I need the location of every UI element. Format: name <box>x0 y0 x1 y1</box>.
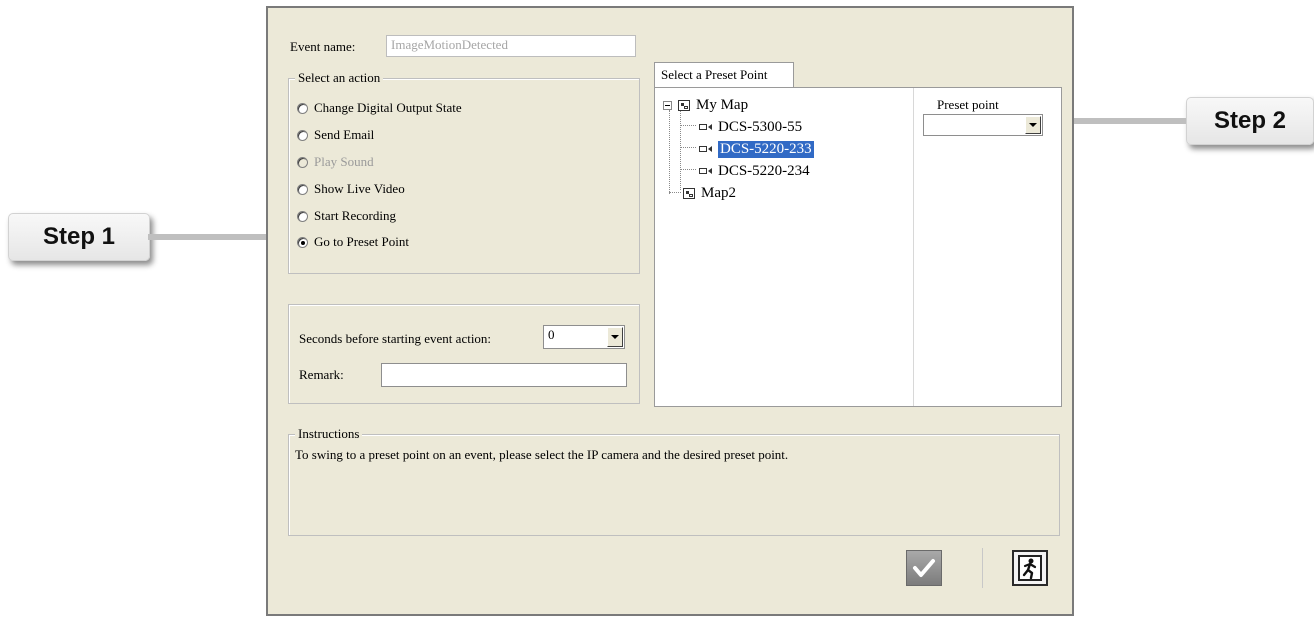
action-option-send-email[interactable]: Send Email <box>297 126 374 144</box>
action-option-go-to-preset-point[interactable]: Go to Preset Point <box>297 233 409 251</box>
tree-divider <box>913 88 914 406</box>
tree-node-label: DCS-5220-233 <box>718 140 814 158</box>
event-action-dialog: Event name: ImageMotionDetected Select a… <box>266 6 1074 616</box>
instructions-text: To swing to a preset point on an event, … <box>295 447 789 462</box>
exit-running-man-icon <box>1018 555 1042 581</box>
checkmark-icon <box>913 559 935 577</box>
tree-line <box>680 110 681 190</box>
map-icon <box>678 99 690 111</box>
preset-point-label: Preset point <box>937 97 999 112</box>
tree-node-map2[interactable]: Map2 <box>683 184 736 202</box>
collapse-icon[interactable] <box>663 100 672 110</box>
radio-icon <box>297 156 308 168</box>
radio-icon[interactable] <box>297 102 308 114</box>
tree-line <box>680 147 696 148</box>
instructions-group: Instructions To swing to a preset point … <box>288 426 1060 536</box>
action-option-label: Play Sound <box>314 154 374 169</box>
tab-label: Select a Preset Point <box>661 67 768 82</box>
select-action-group: Select an action Change Digital Output S… <box>288 70 640 274</box>
action-option-label: Start Recording <box>314 208 396 223</box>
action-option-start-recording[interactable]: Start Recording <box>297 207 396 225</box>
step2-label: Step 2 <box>1213 107 1287 134</box>
action-option-show-live-video[interactable]: Show Live Video <box>297 180 405 198</box>
chevron-down-icon[interactable] <box>607 327 623 347</box>
exit-button[interactable] <box>1012 550 1048 586</box>
chevron-down-icon[interactable] <box>1025 116 1041 134</box>
action-option-change-digital-output[interactable]: Change Digital Output State <box>297 99 462 117</box>
seconds-select[interactable]: 0 <box>543 325 625 349</box>
tab-select-preset-point[interactable]: Select a Preset Point <box>654 62 794 88</box>
action-option-label: Change Digital Output State <box>314 100 462 115</box>
tree-node-camera[interactable]: DCS-5220-234 <box>699 162 810 180</box>
radio-icon[interactable] <box>297 129 308 141</box>
map-icon <box>683 187 695 199</box>
timing-remark-group: Seconds before starting event action: 0 … <box>288 304 640 404</box>
step2-callout: Step 2 <box>1186 97 1314 145</box>
select-action-legend: Select an action <box>295 70 384 86</box>
radio-icon[interactable] <box>297 210 308 222</box>
step1-callout: Step 1 <box>8 213 150 261</box>
instructions-legend: Instructions <box>295 426 363 442</box>
tree-node-label: My Map <box>696 96 749 113</box>
camera-icon <box>699 145 713 153</box>
remark-label: Remark: <box>299 367 344 382</box>
remark-input[interactable] <box>381 363 627 387</box>
event-name-field: ImageMotionDetected <box>386 35 636 57</box>
tree-line <box>680 125 696 126</box>
seconds-label: Seconds before starting event action: <box>299 331 492 346</box>
preset-point-select[interactable] <box>923 114 1043 136</box>
preset-point-panel: My Map DCS-5300-55 DCS-5220-233 DCS-5220… <box>654 87 1062 407</box>
button-divider <box>982 548 983 588</box>
camera-icon <box>699 123 713 131</box>
action-option-label: Go to Preset Point <box>314 234 409 249</box>
tree-node-label: DCS-5300-55 <box>718 118 803 135</box>
seconds-value: 0 <box>548 327 555 342</box>
tree-node-camera-selected[interactable]: DCS-5220-233 <box>699 140 814 158</box>
tree-line <box>669 110 670 194</box>
tree-node-my-map[interactable]: My Map <box>663 96 748 114</box>
action-option-label: Send Email <box>314 127 375 142</box>
step1-label: Step 1 <box>42 223 116 250</box>
camera-tree: My Map DCS-5300-55 DCS-5220-233 DCS-5220… <box>655 88 911 406</box>
tree-line <box>680 169 696 170</box>
radio-checked-icon[interactable] <box>297 236 308 248</box>
tree-node-camera[interactable]: DCS-5300-55 <box>699 118 802 136</box>
ok-button[interactable] <box>906 550 942 586</box>
tree-line <box>669 192 681 193</box>
event-name-label: Event name: <box>290 39 356 54</box>
tree-node-label: DCS-5220-234 <box>718 162 810 179</box>
action-option-label: Show Live Video <box>314 181 405 196</box>
radio-icon[interactable] <box>297 183 308 195</box>
tree-node-label: Map2 <box>701 184 736 201</box>
camera-icon <box>699 167 713 175</box>
action-option-play-sound: Play Sound <box>297 153 374 171</box>
